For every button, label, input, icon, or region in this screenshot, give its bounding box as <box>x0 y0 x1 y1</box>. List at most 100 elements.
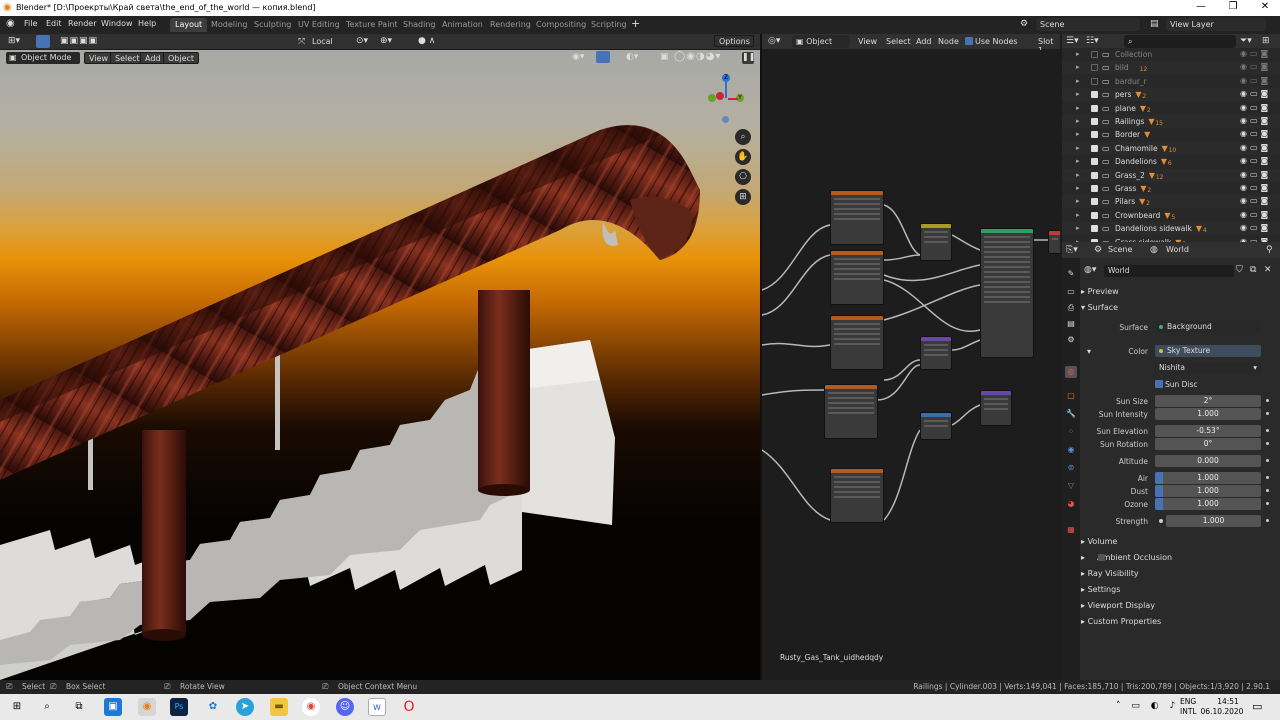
keyframe-dot-icon[interactable] <box>1266 502 1269 505</box>
physics-tab-icon[interactable]: ◉ <box>1065 444 1077 456</box>
filter-icon[interactable]: ⏷▾ <box>1240 36 1252 46</box>
blender-menu-icon[interactable]: ◉ <box>6 18 15 29</box>
scene-tab-icon[interactable]: ⚙ <box>1065 334 1077 346</box>
outliner-type-icon[interactable]: ☰▾ <box>1066 36 1079 46</box>
material-tab-icon[interactable]: ◕ <box>1065 498 1077 510</box>
app-blue-icon[interactable]: ▣ <box>104 698 122 716</box>
tab-shading[interactable]: Shading <box>398 18 441 32</box>
collection-checkbox[interactable] <box>1091 51 1098 58</box>
tool-tab-icon[interactable]: ✎ <box>1065 268 1077 280</box>
tab-uv-editing[interactable]: UV Editing <box>293 18 345 32</box>
fake-user-icon[interactable]: ⛉ <box>1236 265 1243 275</box>
collection-checkbox[interactable] <box>1091 104 1098 112</box>
clock-time[interactable]: 14:51 <box>1212 697 1244 706</box>
collection-checkbox[interactable] <box>1091 77 1098 85</box>
transform-orientation-select[interactable]: Local <box>308 35 350 48</box>
windows-start-icon[interactable]: ⊞ <box>8 698 26 716</box>
zoom-icon[interactable]: ⌕ <box>735 129 751 145</box>
mix-rgb-node[interactable] <box>920 223 952 261</box>
modifier-tab-icon[interactable]: 🔧 <box>1065 408 1077 420</box>
data-tab-icon[interactable]: ▽ <box>1065 480 1077 492</box>
tab-rendering[interactable]: Rendering <box>485 18 536 32</box>
word-app-icon[interactable]: w <box>368 698 386 716</box>
gizmo-z-axis[interactable]: Z <box>722 74 730 82</box>
file-explorer-icon[interactable]: ▬ <box>270 698 288 716</box>
tab-animation[interactable]: Animation <box>437 18 488 32</box>
keyframe-dot-icon[interactable] <box>1266 442 1269 445</box>
selection-mode-icon[interactable]: ▣▣▣▣ <box>60 36 98 46</box>
outliner-row[interactable]: ▸ ▭ Grass_2 12 ◉▭◙ ▼ <box>1062 168 1280 182</box>
collection-checkbox[interactable] <box>1091 211 1098 219</box>
expand-arrow-icon[interactable]: ▸ <box>1076 77 1080 85</box>
opera-icon[interactable]: O <box>400 698 418 716</box>
property-value-field[interactable]: 1.000 <box>1155 498 1261 510</box>
menu-render[interactable]: Render <box>68 19 96 28</box>
visibility-toggle-icons[interactable]: ◉▭◙ <box>1240 183 1271 192</box>
node-menu-add[interactable]: Add <box>916 37 932 46</box>
collection-checkbox[interactable] <box>1091 131 1098 139</box>
normal-map-node[interactable] <box>920 336 952 370</box>
image-texture-node[interactable] <box>830 315 884 370</box>
expand-arrow-icon[interactable]: ▸ <box>1076 63 1080 71</box>
node-menu-select[interactable]: Select <box>886 37 911 46</box>
expand-arrow-icon[interactable]: ▸ <box>1076 90 1080 98</box>
blender-taskbar-icon[interactable]: ◉ <box>138 698 156 716</box>
world-name-field[interactable]: World <box>1104 265 1234 277</box>
expand-arrow-icon[interactable]: ▸ <box>1076 157 1080 165</box>
outliner-search-input[interactable]: ⌕ <box>1124 35 1236 48</box>
principled-bsdf-node[interactable] <box>980 228 1034 358</box>
expand-arrow-icon[interactable]: ▸ <box>1076 130 1080 138</box>
search-icon[interactable]: ⌕ <box>38 698 56 716</box>
texture-tab-icon[interactable]: ▦ <box>1065 524 1077 536</box>
visibility-toggle-icons[interactable]: ◉▭◙ <box>1240 103 1271 112</box>
tray-icons[interactable]: ˄ ▭ ◐ ♪ <box>1116 701 1179 711</box>
collection-checkbox[interactable] <box>1091 185 1098 192</box>
keyframe-dot-icon[interactable] <box>1266 489 1269 492</box>
object-tab-icon[interactable]: ▢ <box>1065 390 1077 402</box>
view-layer-tab-icon[interactable]: ▤ <box>1065 318 1077 330</box>
property-value-field[interactable]: 2° <box>1155 395 1261 407</box>
world-tab-icon[interactable]: ◍ <box>1065 366 1077 378</box>
menu-help[interactable]: Help <box>138 19 156 28</box>
visibility-toggle-icons[interactable]: ◉▭◙ <box>1240 223 1271 232</box>
shader-type-select[interactable]: ▣ Object <box>792 35 850 48</box>
collection-checkbox[interactable] <box>1091 225 1098 233</box>
render-tab-icon[interactable]: ▭ <box>1065 286 1077 298</box>
expand-arrow-icon[interactable]: ▸ <box>1076 197 1080 205</box>
outliner-row[interactable]: ▸ ▭ Crownbeard 5 ◉▭◙ ▼ <box>1062 209 1280 222</box>
material-output-node[interactable] <box>1048 230 1060 254</box>
notifications-icon[interactable]: ▭ <box>1252 700 1262 713</box>
output-tab-icon[interactable]: ⎙ <box>1065 302 1077 314</box>
tab-sculpting[interactable]: Sculpting <box>249 18 296 32</box>
3d-viewport[interactable]: ▣ Object Mode View Select Add Object ◉▾ … <box>0 50 760 680</box>
chrome-icon[interactable]: ◉ <box>302 698 320 716</box>
node-menu-node[interactable]: Node <box>938 37 959 46</box>
shader-node-editor[interactable]: Rusty_Gas_Tank_uidhedqdy <box>762 50 1060 680</box>
display-mode-icon[interactable]: ☷▾ <box>1086 36 1099 46</box>
visibility-toggle-icons[interactable]: ◉▭◙ <box>1240 210 1271 219</box>
outliner[interactable]: ☰▾ ☷▾ ⌕ ⏷▾ ⊞ ▸ ▭ Collection ◉▭◙ ▸ ▭ bild 12 ◉▭◙ ▸… <box>1062 34 1280 248</box>
navigation-gizmo[interactable]: Z Y <box>704 74 748 124</box>
task-view-icon[interactable]: ⧉ <box>70 698 88 716</box>
visibility-toggle-icons[interactable]: ◉▭◙ <box>1240 170 1271 179</box>
expand-arrow-icon[interactable]: ▸ <box>1076 224 1080 232</box>
property-value-field[interactable]: 0° <box>1155 438 1261 450</box>
settings-section[interactable]: ▸ Settings <box>1081 585 1120 594</box>
collection-checkbox[interactable] <box>1091 144 1098 152</box>
visibility-toggle-icons[interactable]: ◉▭◙ <box>1240 129 1271 138</box>
menu-file[interactable]: File <box>24 19 37 28</box>
keyframe-dot-icon[interactable] <box>1266 429 1269 432</box>
view-layer-selector[interactable]: View Layer <box>1166 18 1266 31</box>
world-datablock-icon[interactable]: ◍▾ <box>1084 265 1096 275</box>
keyframe-dot-icon[interactable] <box>1266 476 1269 479</box>
proportional-edit-icon[interactable]: ● ∧ <box>418 36 435 46</box>
visibility-toggle-icons[interactable]: ◉▭◙ <box>1240 49 1271 58</box>
outliner-row[interactable]: ▸ ▭ plane 2 ◉▭◙ ▼ <box>1062 102 1280 115</box>
photoshop-icon[interactable]: Ps <box>170 698 188 716</box>
pause-render-icon[interactable]: ❚❚ <box>742 52 755 64</box>
ambient-occlusion-section[interactable]: ▸ Ambient Occlusion <box>1081 553 1172 562</box>
use-nodes-checkbox[interactable] <box>965 37 973 45</box>
ray-visibility-section[interactable]: ▸ Ray Visibility <box>1081 569 1139 578</box>
image-texture-node[interactable] <box>830 250 884 305</box>
keyframe-dot-icon[interactable] <box>1266 399 1269 402</box>
